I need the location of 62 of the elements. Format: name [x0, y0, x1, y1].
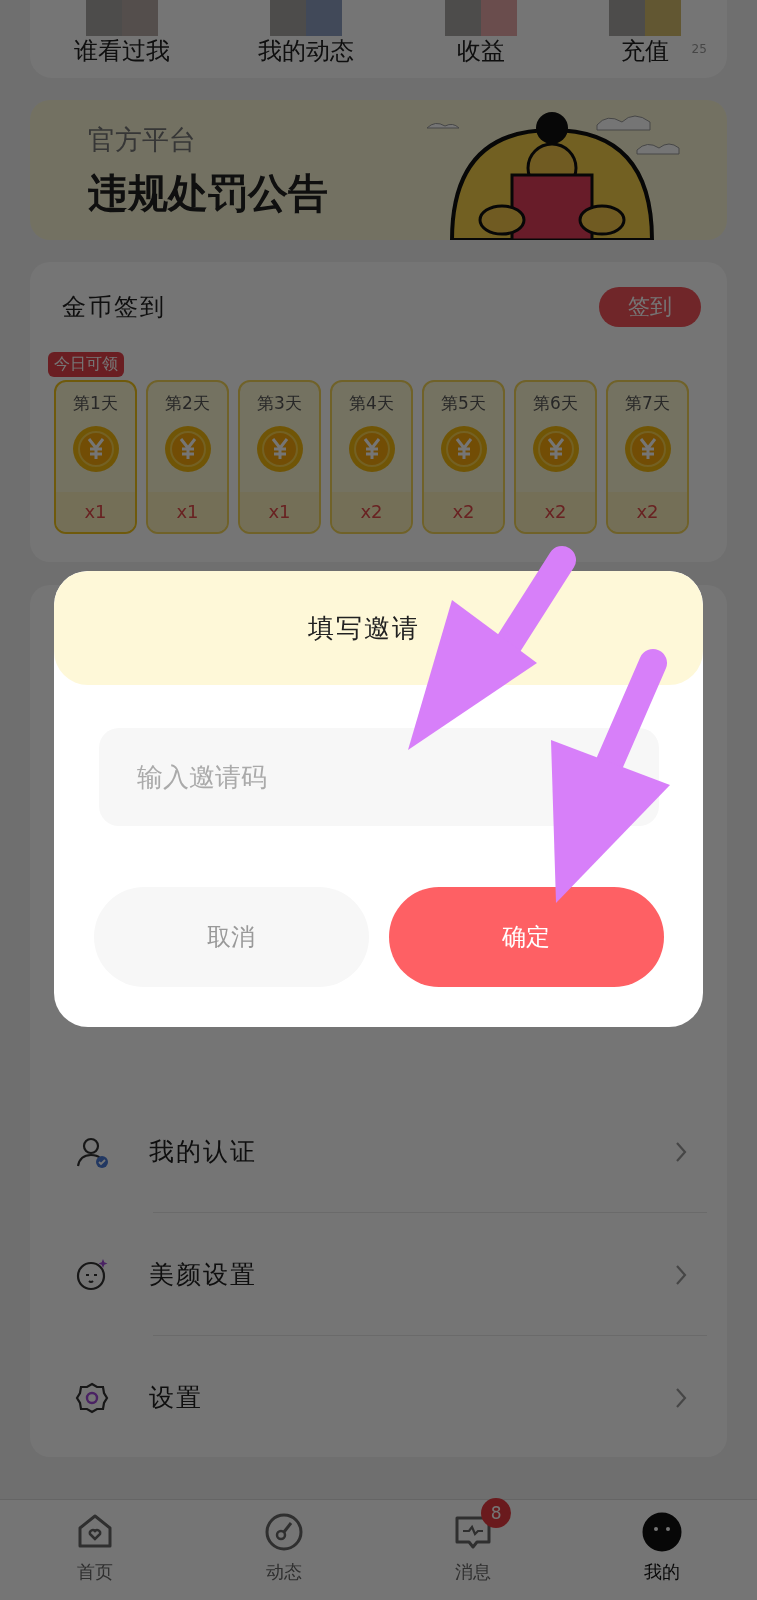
dialog-title: 填写邀请	[307, 611, 421, 645]
announcement-banner[interactable]: 官方平台 违规处罚公告	[30, 100, 727, 240]
smiley-sparkle-icon	[75, 1257, 109, 1292]
coin-icon	[163, 425, 212, 473]
day-label: 第7天	[625, 392, 670, 415]
nav-tab[interactable]: 8 消息	[423, 1500, 524, 1600]
day-card[interactable]: 第5天 x2	[422, 380, 505, 534]
reward-amount: x1	[56, 492, 135, 532]
menu-label: 设置	[149, 1382, 203, 1414]
day-label: 第3天	[257, 392, 302, 415]
day-label: 第5天	[441, 392, 486, 415]
pixelated-icon[interactable]	[442, 0, 519, 36]
banner-subtitle: 官方平台	[88, 123, 197, 157]
cancel-button[interactable]: 取消	[93, 887, 369, 987]
shortcut-label[interactable]: 收益	[456, 36, 505, 66]
menu-item[interactable]: 美颜设置	[30, 1213, 727, 1336]
profile-icon	[642, 1512, 683, 1552]
coin-icon	[439, 425, 488, 473]
reward-amount: x2	[516, 492, 595, 532]
dial-icon	[263, 1512, 304, 1552]
reward-amount: x2	[332, 492, 411, 532]
day-card[interactable]: 第7天 x2	[606, 380, 689, 534]
coin-icon	[347, 425, 396, 473]
menu-item[interactable]: 我的认证	[30, 1090, 727, 1213]
sign-in-button[interactable]: 签到	[599, 287, 701, 327]
coin-icon	[255, 425, 304, 473]
coin-icon	[531, 425, 580, 473]
nav-tab[interactable]: 动态	[233, 1500, 334, 1600]
unread-count: 8	[481, 1498, 512, 1528]
coin-icon	[623, 425, 672, 473]
menu-item[interactable]: 设置	[30, 1336, 727, 1459]
reward-amount: x1	[148, 492, 227, 532]
banner-title: 违规处罚公告	[88, 169, 328, 218]
day-label: 第1天	[73, 392, 118, 415]
coin-icon	[71, 425, 120, 473]
shortcut-label[interactable]: 充值	[620, 36, 669, 66]
reward-amount: x2	[424, 492, 503, 532]
day-label: 第2天	[165, 392, 210, 415]
day-card[interactable]: 第4天 x2	[330, 380, 413, 534]
shortcut-label[interactable]: 我的动态	[258, 36, 355, 66]
chevron-right-icon	[675, 1140, 687, 1163]
day-card[interactable]: 第6天 x2	[514, 380, 597, 534]
pixelated-icon[interactable]	[268, 0, 345, 36]
menu-label: 我的认证	[149, 1136, 257, 1168]
day-label: 第6天	[533, 392, 578, 415]
menu-label: 美颜设置	[149, 1259, 257, 1291]
pixelated-icon[interactable]	[84, 0, 161, 36]
chevron-right-icon	[675, 1386, 687, 1409]
reward-amount: x1	[240, 492, 319, 532]
nav-tab[interactable]: 首页	[44, 1500, 145, 1600]
day-label: 第4天	[349, 392, 394, 415]
nav-tab[interactable]: 我的	[612, 1500, 713, 1600]
pixelated-icon[interactable]	[606, 0, 683, 36]
day-card[interactable]: 第2天 x1	[146, 380, 229, 534]
day-card[interactable]: 第3天 x1	[238, 380, 321, 534]
today-tag: 今日可领	[48, 352, 124, 377]
chevron-right-icon	[675, 1263, 687, 1286]
sign-in-title: 金币签到	[61, 292, 166, 323]
reward-amount: x2	[608, 492, 687, 532]
settings-icon	[75, 1380, 109, 1415]
shortcut-label[interactable]: 谁看过我	[74, 36, 171, 66]
confirm-button[interactable]: 确定	[388, 887, 664, 987]
